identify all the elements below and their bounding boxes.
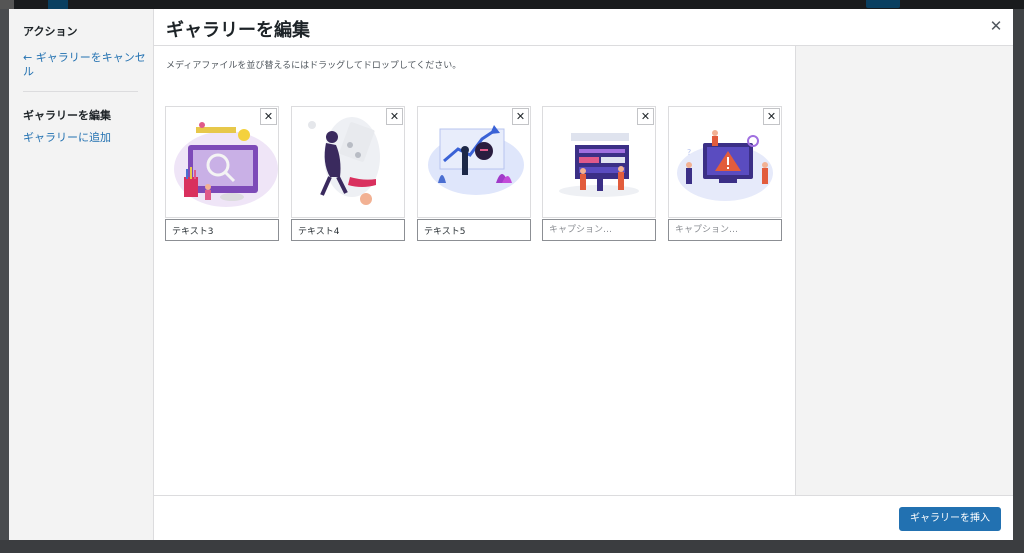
remove-item-icon[interactable]: ✕: [512, 108, 529, 125]
menu-item-edit-gallery[interactable]: ギャラリーを編集: [23, 107, 111, 123]
attachment-details-sidebar: [795, 46, 1013, 495]
caption-input[interactable]: [291, 219, 405, 241]
caption-input[interactable]: [542, 219, 656, 241]
media-frame-toolbar: ギャラリーを挿入: [154, 495, 1013, 540]
svg-text:?: ?: [687, 148, 691, 157]
add-block-button-dimmed: [48, 0, 68, 9]
remove-item-icon[interactable]: ✕: [763, 108, 780, 125]
caption-input[interactable]: [668, 219, 782, 241]
media-frame-menu: アクション ← ギャラリーをキャンセル ギャラリーを編集 ギャラリーに追加: [9, 9, 154, 540]
remove-item-icon[interactable]: ✕: [386, 108, 403, 125]
drag-drop-instructions: メディアファイルを並び替えるにはドラッグしてドロップしてください。: [166, 61, 462, 71]
publish-button-dimmed: [866, 0, 900, 8]
caption-input[interactable]: [417, 219, 531, 241]
remove-item-icon[interactable]: ✕: [260, 108, 277, 125]
cancel-gallery-link[interactable]: ← ギャラリーをキャンセル: [23, 51, 148, 79]
menu-heading-actions: アクション: [23, 25, 78, 38]
remove-item-icon[interactable]: ✕: [637, 108, 654, 125]
admin-bar-dimmed: [0, 0, 1024, 9]
wordpress-logo-icon: [0, 0, 14, 9]
caption-input[interactable]: [165, 219, 279, 241]
menu-separator: [23, 91, 138, 92]
edit-gallery-modal: アクション ← ギャラリーをキャンセル ギャラリーを編集 ギャラリーに追加 ギャ…: [9, 9, 1013, 540]
close-icon[interactable]: ✕: [987, 17, 1005, 35]
background-overlay-right: [1013, 9, 1024, 540]
gallery-content: メディアファイルを並び替えるにはドラッグしてドロップしてください。 ✕ テキスト…: [154, 46, 795, 495]
menu-item-add-to-gallery[interactable]: ギャラリーに追加: [23, 131, 148, 145]
insert-gallery-button[interactable]: ギャラリーを挿入: [899, 507, 1001, 531]
background-overlay-bottom: [0, 540, 1024, 553]
modal-title: ギャラリーを編集: [166, 20, 310, 41]
modal-title-bar: ギャラリーを編集 ✕: [154, 9, 1013, 46]
